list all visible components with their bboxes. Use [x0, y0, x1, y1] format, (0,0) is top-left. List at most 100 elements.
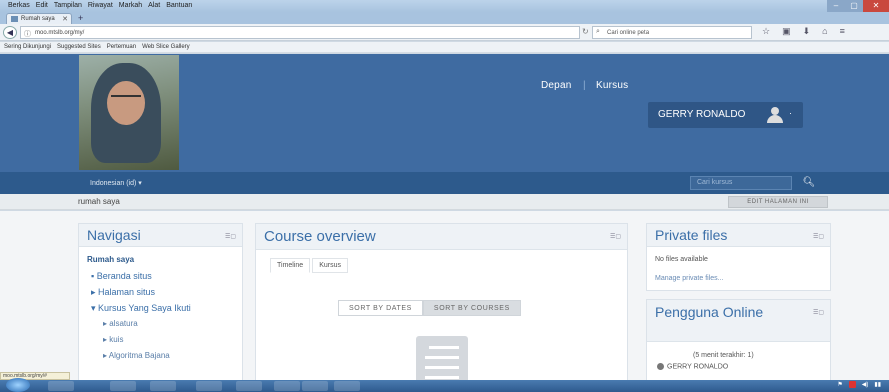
navigation-bar: ◀ ⓘ moo.mtslb.org/my/ ↻ ⌕ Cari online pe… — [0, 24, 889, 41]
block-header: Private files ☰▢ — [647, 224, 830, 247]
block-actions-icon[interactable]: ☰▢ — [610, 233, 621, 240]
nav-item-halaman-situs[interactable]: ▸ Halaman situs — [87, 287, 242, 303]
user-name: GERRY RONALDO — [658, 109, 746, 120]
tray-flag-icon[interactable]: ⚑ — [837, 381, 842, 388]
navigation-block: Navigasi ☰▢ Rumah saya ▪ Beranda situs ▸… — [78, 223, 243, 383]
sort-by-dates-button[interactable]: SORT BY DATES — [338, 300, 423, 316]
navigation-tree: Rumah saya ▪ Beranda situs ▸ Halaman sit… — [79, 247, 242, 367]
bookmark-item[interactable]: Web Slice Gallery — [142, 44, 190, 52]
user-menu-button[interactable]: GERRY RONALDO · — [648, 102, 803, 128]
block-actions-icon[interactable]: ☰▢ — [813, 309, 824, 316]
chevron-down-icon: · — [789, 108, 792, 118]
sort-toggle: SORT BY DATES SORT BY COURSES — [338, 300, 521, 316]
block-title: Private files — [655, 227, 728, 243]
toolbar-icons: ☆ ▣ ⬇ ⌂ ≡ — [762, 26, 845, 37]
tab-kursus[interactable]: Kursus — [312, 258, 348, 273]
nav-item-course[interactable]: ▸ Algoritma Bajana — [87, 351, 242, 367]
menu-item-bantuan[interactable]: Bantuan — [166, 2, 192, 12]
network-icon[interactable]: ▮▮ — [874, 381, 881, 388]
nav-link-kursus[interactable]: Kursus — [596, 80, 628, 91]
taskbar-app-folder-icon[interactable] — [110, 381, 136, 391]
taskbar-app-icon[interactable] — [302, 381, 328, 391]
tray-alert-icon[interactable] — [848, 381, 856, 388]
info-icon[interactable]: ⓘ — [24, 29, 31, 39]
close-window-button[interactable]: ✕ — [863, 0, 889, 12]
browser-tab[interactable]: Rumah saya ✕ — [6, 13, 72, 24]
nav-item-beranda[interactable]: ▪ Beranda situs — [87, 271, 242, 287]
menu-icon[interactable]: ≡ — [840, 26, 845, 37]
address-bar[interactable]: ⓘ moo.mtslb.org/my/ — [20, 26, 580, 39]
block-actions-icon[interactable]: ☰▢ — [813, 233, 824, 240]
search-icon: ⌕ — [596, 28, 600, 35]
bookmark-item[interactable]: Suggested Sites — [57, 44, 101, 52]
bookmarks-list-icon[interactable]: ▣ — [782, 26, 791, 37]
system-tray: ⚑ ◀) ▮▮ — [837, 381, 881, 388]
volume-icon[interactable]: ◀) — [862, 381, 869, 388]
course-overview-block: Course overview ☰▢ Timeline Kursus SORT … — [255, 223, 628, 386]
tab-strip: Rumah saya ✕ + — [0, 12, 889, 24]
page-content: Navigasi ☰▢ Rumah saya ▪ Beranda situs ▸… — [0, 211, 889, 389]
block-title: Navigasi — [87, 227, 141, 243]
menu-bar: Berkas Edit Tampilan Riwayat Markah Alat… — [0, 0, 889, 12]
minimize-button[interactable]: – — [827, 0, 845, 12]
reload-icon[interactable]: ↻ — [582, 27, 589, 36]
sort-by-courses-button[interactable]: SORT BY COURSES — [422, 300, 521, 316]
close-tab-icon[interactable]: ✕ — [62, 15, 68, 23]
block-header: Navigasi ☰▢ — [79, 224, 242, 247]
manage-files-link[interactable]: Manage private files... — [655, 275, 723, 282]
bookmark-star-icon[interactable]: ☆ — [762, 26, 770, 37]
taskbar-app-icon[interactable] — [274, 381, 300, 391]
tab-title: Rumah saya — [21, 16, 55, 22]
taskbar-app-media-icon[interactable] — [150, 381, 176, 391]
language-selector[interactable]: Indonesian (id) ▾ — [90, 179, 142, 187]
new-tab-icon[interactable]: + — [78, 13, 83, 23]
bookmarks-bar: Sering Dikunjungi Suggested Sites Pertem… — [0, 42, 889, 53]
block-title: Course overview — [264, 228, 376, 245]
breadcrumb[interactable]: rumah saya — [78, 197, 120, 206]
course-search-input[interactable]: Cari kursus — [690, 176, 792, 190]
profile-photo — [79, 55, 179, 170]
menu-item-tampilan[interactable]: Tampilan — [54, 2, 82, 12]
online-info: (5 menit terakhir: 1) — [693, 352, 754, 359]
menu-item-riwayat[interactable]: Riwayat — [88, 2, 113, 12]
block-header: Course overview ☰▢ — [256, 224, 627, 250]
block-actions-icon[interactable]: ☰▢ — [225, 233, 236, 240]
user-avatar-icon — [767, 107, 783, 123]
no-files-text: No files available — [655, 256, 708, 263]
maximize-button[interactable]: ▢ — [845, 0, 863, 12]
online-user-item[interactable]: GERRY RONALDO — [657, 363, 728, 370]
nav-item-kursus[interactable]: ▾ Kursus Yang Saya Ikuti — [87, 303, 242, 319]
nav-item-course[interactable]: ▸ alsatura — [87, 319, 242, 335]
breadcrumb-bar: rumah saya EDIT HALAMAN INI — [0, 194, 889, 210]
home-icon[interactable]: ⌂ — [822, 26, 827, 37]
private-files-block: Private files ☰▢ No files available Mana… — [646, 223, 831, 291]
tab-timeline[interactable]: Timeline — [270, 258, 311, 273]
nav-item-rumah-saya[interactable]: Rumah saya — [87, 255, 242, 271]
start-button[interactable] — [6, 378, 30, 392]
browser-search-text: Cari online peta — [607, 30, 650, 36]
back-button[interactable]: ◀ — [3, 26, 17, 39]
nav-link-depan[interactable]: Depan — [541, 80, 571, 91]
menu-item-berkas[interactable]: Berkas — [8, 2, 30, 12]
taskbar-app-icon[interactable] — [334, 381, 360, 391]
taskbar-app-ie-icon[interactable] — [48, 381, 74, 391]
empty-list-icon — [416, 336, 468, 386]
browser-search-field[interactable]: ⌕ Cari online peta — [592, 26, 752, 39]
online-user-name: GERRY RONALDO — [667, 363, 729, 371]
overview-tabs: Timeline Kursus — [270, 258, 350, 273]
site-header: Depan | Kursus GERRY RONALDO · — [0, 54, 889, 180]
taskbar-app-firefox-icon[interactable] — [196, 381, 222, 391]
menu-item-edit[interactable]: Edit — [36, 2, 48, 12]
nav-item-course[interactable]: ▸ kuis — [87, 335, 242, 351]
search-button[interactable]: 🔍︎ — [795, 175, 823, 191]
favicon-icon — [11, 16, 18, 22]
bookmark-item[interactable]: Pertemuan — [107, 44, 136, 52]
online-users-block: Pengguna Online ☰▢ (5 menit terakhir: 1)… — [646, 299, 831, 389]
block-title: Pengguna Online — [655, 304, 764, 320]
menu-item-markah[interactable]: Markah — [119, 2, 142, 12]
download-icon[interactable]: ⬇ — [803, 26, 811, 37]
taskbar-app-icon[interactable] — [236, 381, 262, 391]
menu-item-alat[interactable]: Alat — [148, 2, 160, 12]
edit-page-button[interactable]: EDIT HALAMAN INI — [728, 196, 828, 208]
bookmark-item[interactable]: Sering Dikunjungi — [4, 44, 51, 52]
